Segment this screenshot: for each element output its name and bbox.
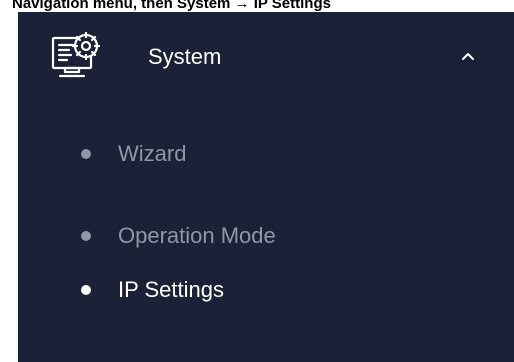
submenu-item-label: Operation Mode <box>118 223 276 248</box>
submenu-item-ip-settings[interactable]: IP Settings <box>18 260 514 320</box>
sidebar-menu: System Wizard Operation Mode IP Settings <box>18 12 514 362</box>
document-caption: Navigation menu, then System → IP Settin… <box>0 0 514 12</box>
caption-text: Navigation menu, then System → IP Settin… <box>12 0 331 12</box>
system-menu-label: System <box>148 44 222 69</box>
submenu-item-wizard[interactable]: Wizard <box>18 124 514 184</box>
page: Navigation menu, then System → IP Settin… <box>0 0 514 362</box>
bullet-dot-icon <box>81 231 91 241</box>
submenu-item-label: Wizard <box>118 141 187 166</box>
chevron-up-icon[interactable] <box>460 50 476 62</box>
submenu-item-operation-mode[interactable]: Operation Mode <box>18 206 514 266</box>
submenu-item-label: IP Settings <box>118 277 224 302</box>
system-menu-header[interactable]: System <box>18 12 514 100</box>
system-settings-monitor-icon <box>51 31 101 78</box>
bullet-dot-icon <box>81 285 91 295</box>
bullet-dot-icon <box>81 149 91 159</box>
